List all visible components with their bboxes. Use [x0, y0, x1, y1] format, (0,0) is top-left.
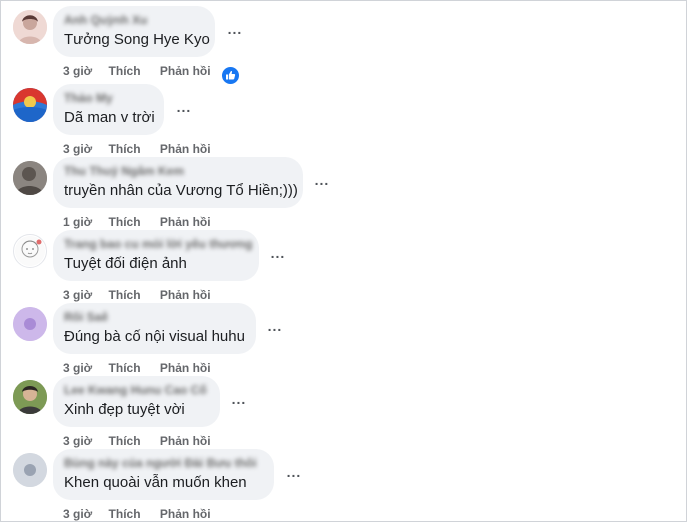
comment-author[interactable]: Thu Thuỷ Ngâm Kem: [64, 164, 291, 178]
reply-button[interactable]: Phản hồi: [160, 288, 211, 302]
comment-text: Đúng bà cố nội visual huhu: [64, 328, 245, 345]
avatar[interactable]: [13, 161, 47, 195]
comment-author[interactable]: Rôi Saê: [64, 310, 244, 324]
comment-time[interactable]: 3 giờ: [63, 361, 92, 375]
comment-item: Rôi Saê Đúng bà cố nội visual huhu ... 3…: [1, 303, 686, 376]
comment-time[interactable]: 3 giờ: [63, 64, 92, 78]
comment-item: Thu Thuỷ Ngâm Kem truyền nhân của Vương …: [1, 157, 686, 230]
comment-bubble: Bùng này của người Đài Bưu thôi Khen quo…: [53, 449, 274, 500]
user-photo-icon: [13, 10, 47, 44]
comment-bubble: Thảo My Dã man v trời: [53, 84, 164, 135]
like-button[interactable]: Thích: [109, 142, 141, 156]
like-button[interactable]: Thích: [109, 64, 141, 78]
comment-time[interactable]: 3 giờ: [63, 142, 92, 156]
more-options-button[interactable]: ...: [267, 246, 289, 262]
more-options-button[interactable]: ...: [173, 100, 195, 116]
more-options-button[interactable]: ...: [228, 392, 250, 408]
avatar[interactable]: [13, 380, 47, 414]
reply-button[interactable]: Phản hồi: [160, 215, 211, 229]
more-options-button[interactable]: ...: [283, 465, 305, 481]
comment-text: Khen quoài vẫn muốn khen: [64, 474, 247, 491]
initial-avatar-icon: [13, 453, 47, 487]
user-photo-icon: [13, 88, 47, 122]
comment-actions: 3 giờ Thích Phản hồi: [63, 288, 211, 302]
avatar[interactable]: [13, 10, 47, 44]
comment-time[interactable]: 3 giờ: [63, 434, 92, 448]
comment-bubble: Lee Kwang Hunu Cao Cố Xinh đẹp tuyệt vời: [53, 376, 220, 427]
reply-button[interactable]: Phản hồi: [160, 507, 211, 521]
reply-button[interactable]: Phản hồi: [160, 142, 211, 156]
comment-text: Dã man v trời: [64, 109, 155, 126]
comment-author[interactable]: Anh Quỳnh Xu: [64, 13, 203, 27]
comment-actions: 3 giờ Thích Phản hồi: [63, 142, 211, 156]
like-button[interactable]: Thích: [109, 434, 141, 448]
avatar[interactable]: [13, 307, 47, 341]
comment-text: Tưởng Song Hye Kyo: [64, 31, 210, 48]
comment-bubble: Rôi Saê Đúng bà cố nội visual huhu: [53, 303, 256, 354]
comment-bubble: Anh Quỳnh Xu Tưởng Song Hye Kyo: [53, 6, 215, 57]
more-options-button[interactable]: ...: [311, 173, 333, 189]
comment-author[interactable]: Lee Kwang Hunu Cao Cố: [64, 383, 208, 397]
more-options-button[interactable]: ...: [224, 22, 246, 38]
comment-bubble: Thu Thuỷ Ngâm Kem truyền nhân của Vương …: [53, 157, 303, 208]
comment-actions: 3 giờ Thích Phản hồi: [63, 361, 211, 375]
initial-avatar-icon: [13, 307, 47, 341]
like-button[interactable]: Thích: [109, 507, 141, 521]
comment-item: Lee Kwang Hunu Cao Cố Xinh đẹp tuyệt vời…: [1, 376, 686, 449]
comment-author[interactable]: Bùng này của người Đài Bưu thôi: [64, 456, 262, 470]
comment-text: Tuyệt đối điện ảnh: [64, 255, 187, 272]
comment-actions: 3 giờ Thích Phản hồi: [63, 64, 211, 78]
user-sketch-icon: [15, 236, 45, 266]
avatar[interactable]: [13, 234, 47, 268]
comment-item: Thảo My Dã man v trời ... 3 giờ Thích Ph…: [1, 84, 686, 157]
avatar[interactable]: [13, 88, 47, 122]
like-button[interactable]: Thích: [109, 361, 141, 375]
user-photo-icon: [13, 380, 47, 414]
like-icon[interactable]: [221, 66, 240, 85]
comment-actions: 3 giờ Thích Phản hồi: [63, 507, 211, 521]
like-button[interactable]: Thích: [109, 288, 141, 302]
comment-actions: 1 giờ Thích Phản hồi: [63, 215, 211, 229]
comment-item: Trang bao cu mỏi lời yêu thương Tuyệt đố…: [1, 230, 686, 303]
comment-text: truyền nhân của Vương Tổ Hiền;))): [64, 182, 298, 199]
comment-text: Xinh đẹp tuyệt vời: [64, 401, 185, 418]
reply-button[interactable]: Phản hồi: [160, 64, 211, 78]
comment-time[interactable]: 3 giờ: [63, 507, 92, 521]
reply-button[interactable]: Phản hồi: [160, 434, 211, 448]
comment-bubble: Trang bao cu mỏi lời yêu thương Tuyệt đố…: [53, 230, 259, 281]
avatar[interactable]: [13, 453, 47, 487]
comment-author[interactable]: Thảo My: [64, 91, 152, 105]
comment-time[interactable]: 3 giờ: [63, 288, 92, 302]
user-photo-icon: [13, 161, 47, 195]
like-button[interactable]: Thích: [109, 215, 141, 229]
thumbs-up-icon: [226, 70, 236, 80]
comment-thread: Anh Quỳnh Xu Tưởng Song Hye Kyo ... 3 gi…: [0, 0, 687, 522]
comment-item: Bùng này của người Đài Bưu thôi Khen quo…: [1, 449, 686, 521]
comment-time[interactable]: 1 giờ: [63, 215, 92, 229]
reply-button[interactable]: Phản hồi: [160, 361, 211, 375]
comment-item: Anh Quỳnh Xu Tưởng Song Hye Kyo ... 3 gi…: [1, 6, 686, 85]
comment-actions: 3 giờ Thích Phản hồi: [63, 434, 211, 448]
comment-author[interactable]: Trang bao cu mỏi lời yêu thương: [64, 237, 252, 251]
more-options-button[interactable]: ...: [264, 319, 286, 335]
